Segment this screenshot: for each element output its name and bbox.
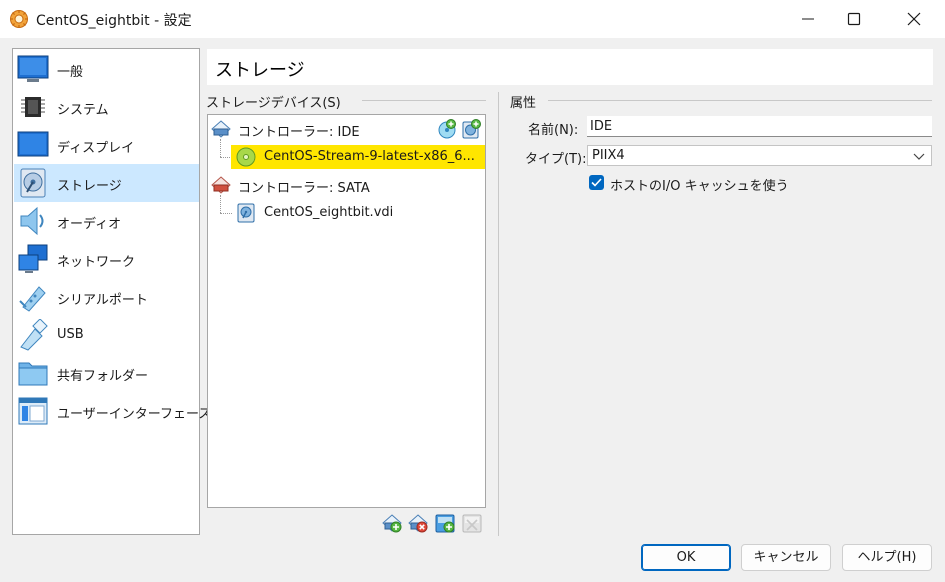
controller-type-select[interactable]: PIIX4 [587,145,932,166]
sidebar-item-network[interactable]: ネットワーク [14,240,199,278]
sidebar-item-label: オーディオ [57,217,122,232]
controller-sata-icon [211,176,231,194]
name-label: 名前(N): [528,123,579,138]
hard-disk-icon [237,203,255,223]
add-controller-icon[interactable] [381,512,403,534]
page-title: ストレージ [215,60,305,81]
tree-item-label: コントローラー: SATA [238,181,370,196]
sidebar-item-display[interactable]: ディスプレイ [14,126,199,164]
maximize-icon [847,12,861,26]
tree-connector [220,157,230,158]
virtualbox-gear-icon [10,10,28,28]
storage-disk-icon [20,168,46,198]
sidebar-item-serial-port[interactable]: シリアルポート [14,278,199,316]
tree-item-label: コントローラー: IDE [238,125,360,140]
tree-item-optical-disk[interactable]: CentOS-Stream-9-latest-x86_6... [231,145,485,169]
sidebar-item-storage[interactable]: ストレージ [14,164,199,202]
tree-item-hard-disk[interactable]: CentOS_eightbit.vdi [233,201,483,225]
remove-controller-icon[interactable] [407,512,429,534]
chevron-down-icon [913,153,925,160]
host-io-cache-checkbox[interactable] [589,175,604,190]
close-icon [907,12,921,26]
storage-tree[interactable]: コントローラー: IDE CentOS-Stream-9-latest-x86_… [207,114,486,508]
title-bar: CentOS_eightbit - 設定 [0,0,945,38]
serial-port-icon [19,286,46,312]
sidebar-item-label: 共有フォルダー [57,369,149,384]
sidebar-item-label: ネットワーク [57,255,136,270]
add-optical-drive-icon[interactable] [437,119,457,139]
tree-connector [220,139,221,157]
tree-connector [220,213,232,214]
sidebar-item-label: システム [57,103,109,118]
window-title: CentOS_eightbit - 設定 [36,13,192,29]
cancel-button[interactable]: キャンセル [741,544,831,571]
sidebar-item-audio[interactable]: オーディオ [14,202,199,240]
sidebar-item-label: ユーザーインターフェース [57,407,212,422]
minimize-icon [802,18,814,20]
attributes-group-label: 属性 [510,92,541,111]
chip-icon [21,97,45,117]
sidebar-item-label: ストレージ [57,179,122,194]
sidebar-item-label: 一般 [57,65,84,80]
network-icon [18,244,48,273]
add-attachment-icon[interactable] [434,512,456,534]
group-divider [362,100,486,101]
storage-devices-group-label: ストレージデバイス(S) [206,92,345,111]
sidebar-item-user-interface[interactable]: ユーザーインターフェース [14,392,211,430]
checkmark-icon [591,178,602,187]
controller-type-value: PIIX4 [592,148,625,163]
add-hard-disk-icon[interactable] [461,119,481,139]
display-icon [17,131,49,157]
ok-button[interactable]: OK [641,544,731,571]
folder-icon [18,362,48,386]
page-header: ストレージ [207,49,933,85]
tree-item-controller-ide[interactable]: コントローラー: IDE [211,117,484,141]
tree-item-controller-sata[interactable]: コントローラー: SATA [211,173,484,197]
sidebar-item-label: USB [57,327,84,342]
sidebar-item-shared-folders[interactable]: 共有フォルダー [14,354,199,392]
sidebar-item-usb[interactable]: USB [14,316,199,354]
host-io-cache-label[interactable]: ホストのI/O キャッシュを使う [610,175,789,194]
maximize-button[interactable] [831,0,877,38]
monitor-icon [17,55,49,82]
tree-item-label: CentOS_eightbit.vdi [264,205,394,220]
speaker-icon [20,206,44,236]
type-label: タイプ(T): [525,152,587,167]
remove-attachment-icon[interactable] [461,512,483,534]
group-divider [548,100,932,101]
close-button[interactable] [891,0,937,38]
window-ui-icon [18,397,48,425]
controller-name-input[interactable] [587,116,932,137]
minimize-button[interactable] [785,0,831,38]
tree-item-label: CentOS-Stream-9-latest-x86_6... [264,149,475,164]
sidebar-item-label: ディスプレイ [57,141,135,156]
pane-separator [498,92,499,536]
settings-category-list: 一般 システム ディスプレイ ストレージ オーディオ ネットワーク シリアルポー… [12,48,211,535]
sidebar-item-label: シリアルポート [57,293,148,308]
help-button[interactable]: ヘルプ(H) [842,544,932,571]
sidebar-item-general[interactable]: 一般 [14,50,199,88]
usb-icon [20,319,48,351]
tree-connector [220,195,221,213]
sidebar-item-system[interactable]: システム [14,88,199,126]
controller-ide-icon [211,120,231,138]
optical-disk-icon [236,147,256,167]
